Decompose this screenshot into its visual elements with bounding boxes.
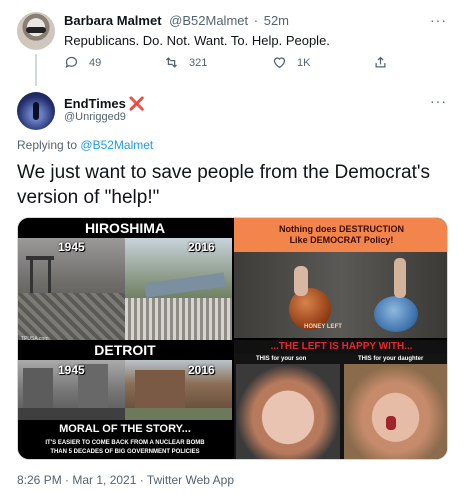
avatar[interactable] — [17, 12, 55, 50]
moral-caption: MORAL OF THE STORY... IT'S EASIER TO COM… — [18, 420, 232, 459]
handle[interactable]: @Unrigged9 — [64, 111, 126, 123]
share-icon — [375, 56, 386, 68]
display-name[interactable]: Barbara Malmet — [64, 13, 162, 28]
author-name: EndTimes ❌ — [64, 96, 145, 112]
share-button[interactable] — [373, 55, 388, 70]
more-options-icon[interactable]: ··· — [430, 12, 447, 28]
year-label: 1945 — [58, 240, 85, 254]
avatar-figure — [33, 102, 39, 120]
retweet-icon — [166, 57, 177, 68]
meme-left-happy[interactable]: ...THE LEFT IS HAPPY WITH... THIS for yo… — [234, 340, 447, 459]
tweet-text: We just want to save people from the Dem… — [17, 162, 431, 208]
display-name[interactable]: EndTimes — [64, 96, 126, 111]
more-options-icon[interactable]: ··· — [430, 93, 447, 109]
wrecking-ball-right — [374, 296, 418, 332]
destruction-banner: Nothing does DESTRUCTION Like DEMOCRAT P… — [234, 218, 447, 252]
left-happy-header: ...THE LEFT IS HAPPY WITH... — [234, 340, 447, 354]
parent-tweet: Barbara Malmet @B52Malmet · 52m ··· Repu… — [0, 0, 465, 86]
reply-button[interactable]: 49 — [64, 55, 101, 70]
retweet-count: 321 — [189, 56, 208, 69]
like-count: 1K — [297, 56, 311, 69]
replying-handle-link[interactable]: @B52Malmet — [80, 138, 153, 152]
like-button[interactable]: 1K — [272, 55, 310, 70]
tweet-metadata[interactable]: 8:26 PM · Mar 1, 2021 · Twitter Web App — [17, 473, 234, 487]
banner-line: Like DEMOCRAT Policy! — [289, 235, 394, 245]
photo-daughter — [344, 364, 447, 459]
moral-line: IT'S EASIER TO COME BACK FROM A NUCLEAR … — [45, 440, 205, 446]
moral-title: MORAL OF THE STORY... — [59, 423, 191, 435]
replying-to: Replying to @B52Malmet — [17, 138, 153, 152]
banner-line: Nothing does DESTRUCTION — [279, 224, 404, 234]
media-grid[interactable]: HIROSHIMA 1945 2016 TPUSA.com DETROIT 19… — [17, 217, 448, 460]
author-line: Barbara Malmet @B52Malmet · 52m — [64, 13, 289, 28]
moral-line: THAN 5 DECADES OF BIG GOVERNMENT POLICIE… — [50, 449, 200, 455]
photo-son — [236, 364, 340, 459]
hiroshima-header: HIROSHIMA — [18, 218, 232, 238]
year-label: 1945 — [58, 363, 85, 377]
year-label: 2016 — [188, 240, 215, 254]
caption-son: THIS for your son — [256, 356, 307, 362]
detroit-header: DETROIT — [18, 340, 232, 360]
meme-destruction[interactable]: Nothing does DESTRUCTION Like DEMOCRAT P… — [234, 218, 447, 338]
photo-hiroshima-2016 — [125, 238, 232, 340]
ball-label: HONEY LEFT — [304, 324, 342, 330]
replying-prefix: Replying to — [17, 138, 78, 152]
separator: · — [253, 13, 259, 28]
red-x-badge-icon: ❌ — [128, 96, 146, 111]
avatar[interactable] — [17, 92, 55, 130]
meme-hiroshima-detroit[interactable]: HIROSHIMA 1945 2016 TPUSA.com DETROIT 19… — [18, 218, 232, 459]
avatar-glasses — [26, 27, 46, 33]
tweet-text: Republicans. Do. Not. Want. To. Help. Pe… — [64, 33, 330, 48]
year-label: 2016 — [188, 363, 215, 377]
photo-detroit-2016 — [125, 360, 232, 420]
heart-icon — [273, 57, 286, 69]
timestamp[interactable]: 52m — [264, 13, 289, 28]
retweet-button[interactable]: 321 — [164, 55, 207, 70]
thread-connector — [35, 54, 37, 86]
reply-count: 49 — [89, 56, 102, 69]
action-bar: 49 321 1K — [64, 55, 404, 73]
caption-daughter: THIS for your daughter — [358, 356, 424, 362]
reply-icon — [65, 56, 78, 69]
handle[interactable]: @B52Malmet — [169, 13, 248, 28]
